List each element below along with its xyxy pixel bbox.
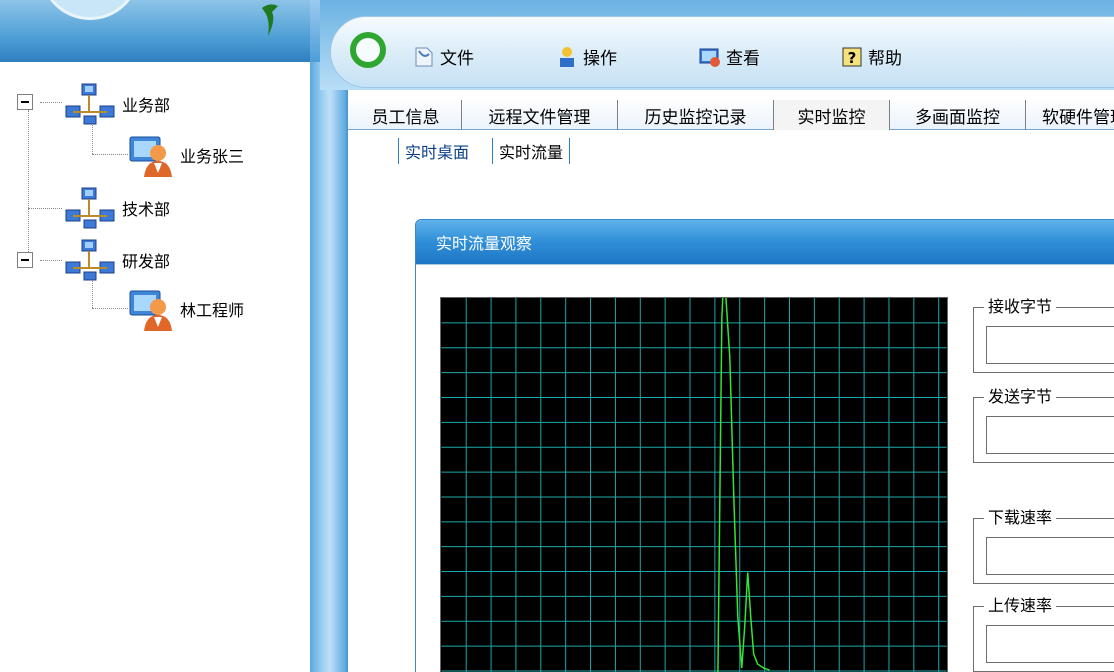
tree-node-dept-3[interactable]: 研发部 <box>64 238 170 282</box>
network-group-icon <box>65 83 115 125</box>
tab-hardware-software[interactable]: 软硬件管理 <box>1026 100 1114 130</box>
user-avatar-icon <box>129 290 172 331</box>
tab-label: 软硬件管理 <box>1042 107 1114 128</box>
view-icon <box>699 48 720 67</box>
received-bytes-field <box>986 326 1114 364</box>
tree-node-dept-1[interactable]: 业务部 <box>64 82 170 126</box>
menu-operation[interactable]: 操作 <box>555 44 617 69</box>
group-title: 接收字节 <box>984 297 1057 317</box>
network-group-icon <box>65 239 115 281</box>
tab-employee-info[interactable]: 员工信息 <box>350 100 462 130</box>
menu-file[interactable]: 文件 <box>412 44 474 69</box>
help-icon: ? <box>842 47 862 67</box>
file-icon <box>415 47 433 66</box>
panel-header: 实时流量观察 <box>416 220 1114 264</box>
left-banner <box>0 0 320 62</box>
tab-label: 实时监控 <box>797 107 866 128</box>
tree-label: 研发部 <box>122 252 171 271</box>
tree-node-user-2[interactable]: 林工程师 <box>128 287 244 331</box>
subtab-label: 实时桌面 <box>405 143 470 162</box>
subtab-realtime-traffic[interactable]: 实时流量 <box>492 138 571 164</box>
leaf-logo-icon <box>262 4 278 36</box>
menu-label: 操作 <box>583 49 617 69</box>
tab-label: 历史监控记录 <box>644 107 747 128</box>
subtab-label: 实时流量 <box>499 143 564 162</box>
sent-bytes-field <box>986 416 1114 454</box>
tree-node-dept-2[interactable]: 技术部 <box>64 186 170 230</box>
tab-label: 员工信息 <box>371 107 440 128</box>
group-sent-bytes: 发送字节 <box>973 387 1114 463</box>
tab-label: 多画面监控 <box>915 107 1000 128</box>
menu-label: 文件 <box>440 49 474 69</box>
tab-realtime-monitor[interactable]: 实时监控 <box>774 100 890 130</box>
tree-label: 技术部 <box>122 200 171 219</box>
tab-remote-files[interactable]: 远程文件管理 <box>462 100 618 130</box>
group-title: 发送字节 <box>984 387 1057 407</box>
panel-splitter[interactable] <box>310 62 346 672</box>
svg-text:?: ? <box>848 49 857 67</box>
menu-help[interactable]: ? 帮助 <box>840 44 902 69</box>
upload-rate-field <box>986 625 1114 663</box>
app-logo-icon <box>350 32 386 68</box>
group-title: 下载速率 <box>984 508 1057 528</box>
traffic-line <box>717 298 770 672</box>
subtab-realtime-desktop[interactable]: 实时桌面 <box>398 138 475 164</box>
group-received-bytes: 接收字节 <box>973 297 1114 373</box>
tree-toggle-dept-1[interactable] <box>17 94 33 110</box>
user-avatar-icon <box>129 136 172 177</box>
menu-view[interactable]: 查看 <box>698 44 760 69</box>
menu-label: 查看 <box>726 49 760 69</box>
download-rate-field <box>986 537 1114 575</box>
menu-label: 帮助 <box>868 49 902 69</box>
tab-multi-screen[interactable]: 多画面监控 <box>890 100 1026 130</box>
graph-grid <box>441 298 947 672</box>
tree-toggle-dept-3[interactable] <box>17 252 33 268</box>
tree-label: 业务张三 <box>180 147 245 166</box>
tree-label: 林工程师 <box>180 301 245 320</box>
tree-label: 业务部 <box>122 96 171 115</box>
group-upload-rate: 上传速率 <box>973 596 1114 672</box>
group-title: 上传速率 <box>984 596 1057 616</box>
traffic-graph <box>440 297 948 672</box>
panel-title: 实时流量观察 <box>436 234 533 253</box>
group-download-rate: 下载速率 <box>973 508 1114 584</box>
operation-icon <box>560 46 574 67</box>
tab-label: 远程文件管理 <box>488 107 591 128</box>
logo-swirl <box>40 0 140 20</box>
tree-node-user-1[interactable]: 业务张三 <box>128 133 244 177</box>
tab-history[interactable]: 历史监控记录 <box>618 100 774 130</box>
network-group-icon <box>65 187 115 229</box>
